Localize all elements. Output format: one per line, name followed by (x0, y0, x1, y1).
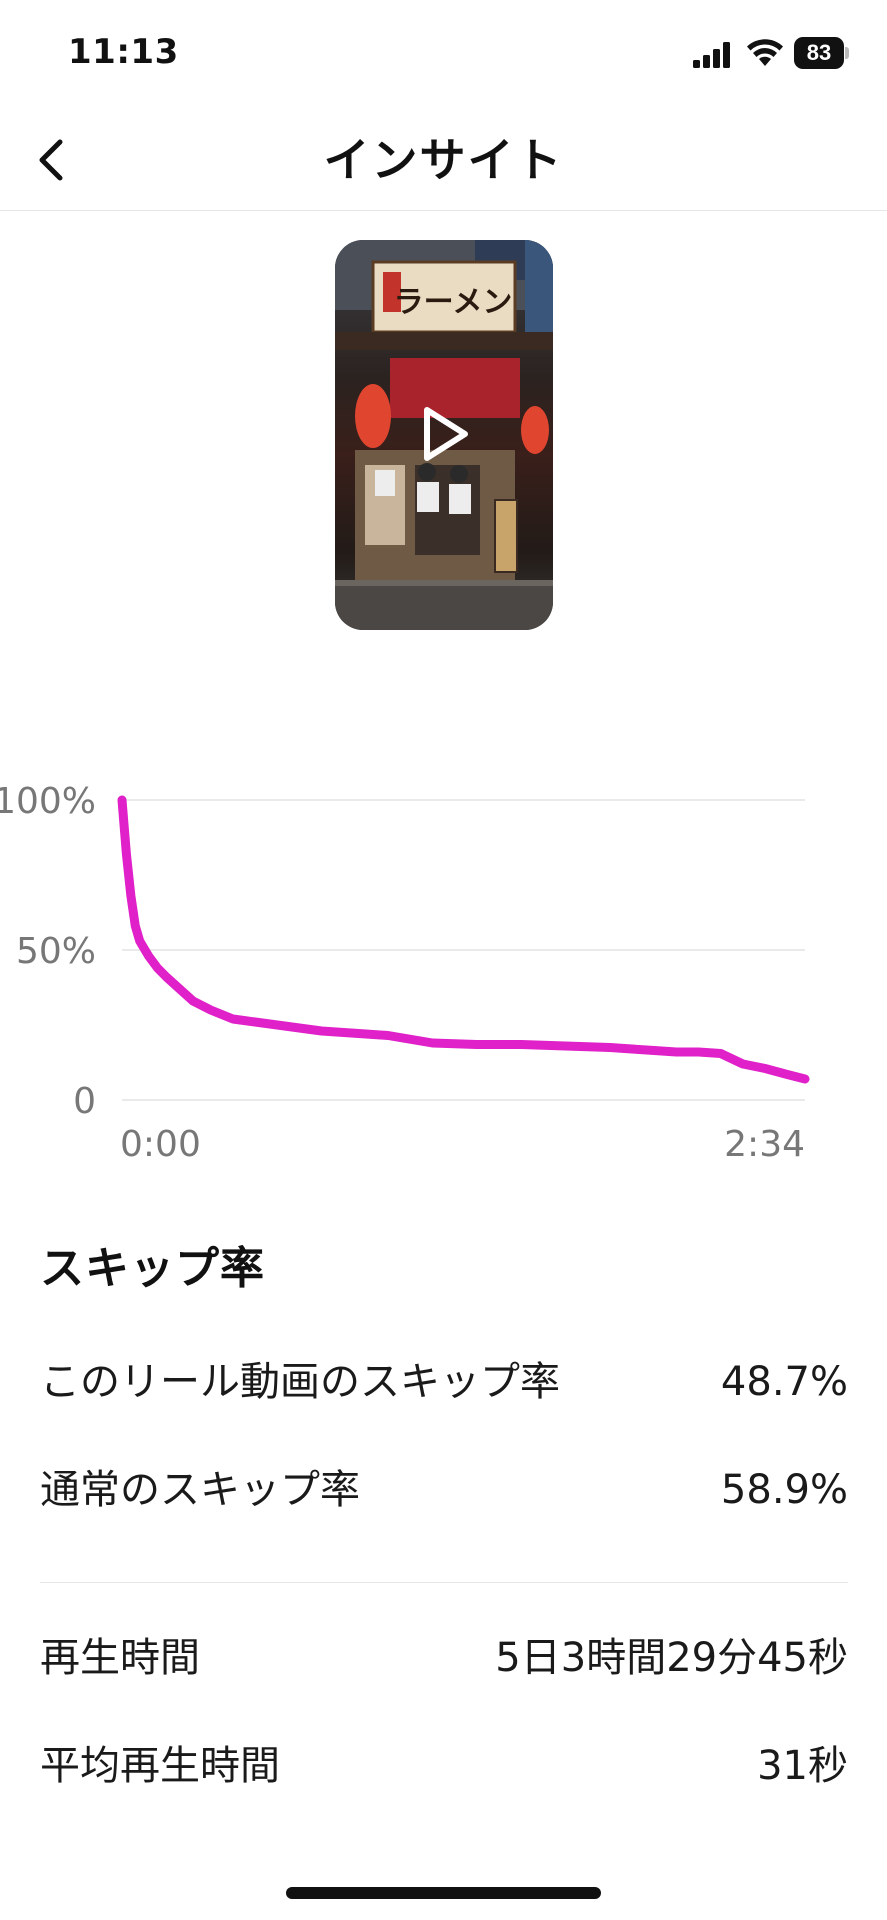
skip-rate-title: スキップ率 (40, 1243, 265, 1294)
shop-sign-text: ラーメン (394, 285, 513, 320)
y-tick-label: 50% (16, 931, 96, 972)
y-tick-label: 100% (0, 781, 96, 822)
average-play-time-value: 31秒 (757, 1743, 848, 1789)
wifi-icon (747, 39, 783, 66)
normal-skip-rate-label: 通常のスキップ率 (40, 1467, 360, 1513)
home-indicator[interactable] (286, 1887, 601, 1899)
x-tick-label: 0:00 (120, 1124, 201, 1165)
y-tick-label: 0 (73, 1081, 96, 1122)
page-title: インサイト (323, 133, 564, 187)
reel-skip-rate-value: 48.7% (720, 1359, 848, 1405)
play-time-value: 5日3時間29分45秒 (495, 1635, 848, 1681)
reel-skip-rate-label: このリール動画のスキップ率 (40, 1359, 560, 1405)
battery-icon: 83 (794, 37, 850, 69)
video-thumbnail[interactable]: ラーメン (335, 240, 553, 630)
average-play-time-row: 平均再生時間 31秒 (40, 1736, 848, 1796)
normal-skip-rate-row: 通常のスキップ率 58.9% (40, 1460, 848, 1520)
chart-series (117, 795, 810, 1084)
section-divider (40, 1582, 848, 1583)
normal-skip-rate-value: 58.9% (720, 1467, 848, 1513)
status-bar: 11:13 83 (0, 0, 887, 110)
nav-header: インサイト (0, 110, 887, 211)
average-play-time-label: 平均再生時間 (40, 1743, 280, 1789)
chart-x-axis: 0:00 2:34 (120, 1124, 805, 1165)
retention-line (117, 795, 810, 1084)
retention-chart: 100% 50% 0 0:00 2:34 (0, 781, 810, 1165)
cellular-signal-icon (693, 42, 730, 68)
battery-level: 83 (794, 37, 844, 69)
status-time: 11:13 (68, 32, 179, 72)
play-time-label: 再生時間 (40, 1635, 200, 1681)
play-time-row: 再生時間 5日3時間29分45秒 (40, 1628, 848, 1688)
play-icon[interactable] (419, 404, 471, 464)
x-tick-label: 2:34 (724, 1124, 805, 1165)
reel-skip-rate-row: このリール動画のスキップ率 48.7% (40, 1352, 848, 1412)
chart-y-axis: 100% 50% 0 (0, 781, 96, 1122)
